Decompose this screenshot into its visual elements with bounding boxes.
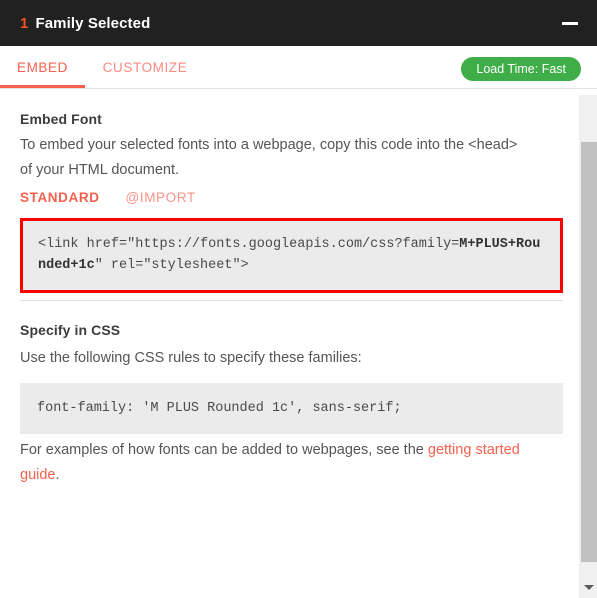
embed-font-description: To embed your selected fonts into a webp… xyxy=(20,137,518,178)
embed-code-suffix: " rel="stylesheet"> xyxy=(94,258,249,273)
specify-css-description: Use the following CSS rules to specify t… xyxy=(20,350,362,366)
tab-embed[interactable]: EMBED xyxy=(0,46,85,88)
embed-code-prefix: <link href="https://fonts.googleapis.com… xyxy=(38,237,460,252)
load-time-badge[interactable]: Load Time: Fast xyxy=(461,57,581,81)
footer-text-after: . xyxy=(55,467,60,483)
footer-text-before: For examples of how fonts can be added t… xyxy=(20,442,428,458)
subtab-import[interactable]: @IMPORT xyxy=(126,190,196,205)
css-rule-code-block[interactable]: font-family: 'M PLUS Rounded 1c', sans-s… xyxy=(20,383,563,434)
footer-examples-text: For examples of how fonts can be added t… xyxy=(0,438,570,488)
selected-family-count: 1 xyxy=(20,14,29,32)
dialog-titlebar: 1 Family Selected xyxy=(0,0,597,46)
scroll-down-arrow-icon[interactable] xyxy=(580,576,597,598)
content-scrollbar[interactable] xyxy=(579,95,597,598)
embed-font-heading: Embed Font xyxy=(20,111,102,127)
minimize-icon xyxy=(562,21,578,25)
specify-css-heading: Specify in CSS xyxy=(20,322,121,338)
subtab-standard[interactable]: STANDARD xyxy=(20,190,100,205)
dialog-title: 1 Family Selected xyxy=(20,15,150,32)
minimize-button[interactable] xyxy=(553,8,587,38)
font-embed-dialog: 1 Family Selected EMBED CUSTOMIZE Load Ti… xyxy=(0,0,597,598)
dialog-tabbar: EMBED CUSTOMIZE Load Time: Fast xyxy=(0,46,597,89)
dialog-title-label: Family Selected xyxy=(35,14,151,32)
scrollbar-thumb[interactable] xyxy=(581,142,597,562)
tab-customize[interactable]: CUSTOMIZE xyxy=(85,46,205,88)
chevron-down-icon xyxy=(583,584,594,590)
section-divider xyxy=(20,300,563,301)
dialog-content: Embed Font To embed your selected fonts … xyxy=(0,90,579,598)
embed-method-subtabs: STANDARD @IMPORT xyxy=(20,190,196,205)
embed-link-code-block[interactable]: <link href="https://fonts.googleapis.com… xyxy=(20,218,563,293)
